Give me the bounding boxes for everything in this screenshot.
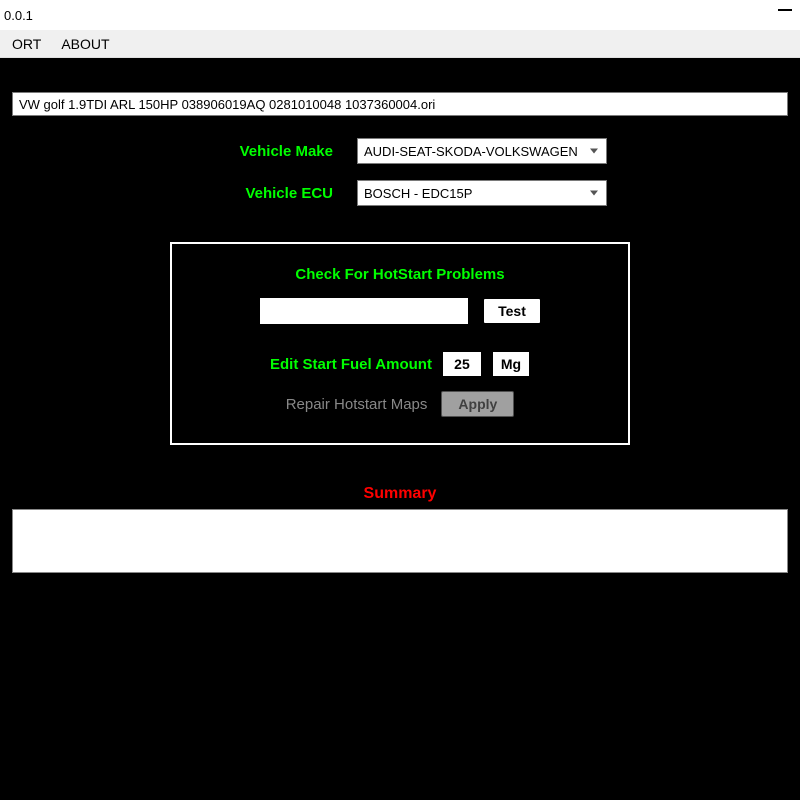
minimize-icon[interactable] (778, 9, 792, 11)
vehicle-make-value: AUDI-SEAT-SKODA-VOLKSWAGEN (364, 144, 578, 159)
vehicle-make-select[interactable]: AUDI-SEAT-SKODA-VOLKSWAGEN (357, 138, 607, 164)
app-version: 0.0.1 (4, 8, 33, 23)
summary-title: Summary (0, 485, 800, 503)
panel-title: Check For HotStart Problems (200, 266, 600, 283)
vehicle-make-row: Vehicle Make AUDI-SEAT-SKODA-VOLKSWAGEN (0, 138, 800, 164)
menu-item-about[interactable]: ABOUT (51, 32, 119, 56)
fuel-label: Edit Start Fuel Amount (270, 356, 432, 373)
vehicle-ecu-row: Vehicle ECU BOSCH - EDC15P (0, 180, 800, 206)
test-result-input[interactable] (259, 297, 469, 325)
vehicle-ecu-value: BOSCH - EDC15P (364, 186, 472, 201)
file-row (12, 92, 788, 116)
summary-textarea[interactable] (12, 509, 788, 573)
test-row: Test (200, 297, 600, 325)
repair-row: Repair Hotstart Maps Apply (200, 391, 600, 417)
menubar: ORT ABOUT (0, 30, 800, 58)
menu-item-ort[interactable]: ORT (2, 32, 51, 56)
fuel-unit-label: Mg (492, 351, 530, 377)
fuel-row: Edit Start Fuel Amount 25 Mg (200, 351, 600, 377)
client-area: Vehicle Make AUDI-SEAT-SKODA-VOLKSWAGEN … (0, 58, 800, 800)
chevron-down-icon (590, 149, 598, 154)
chevron-down-icon (590, 191, 598, 196)
fuel-amount-input[interactable]: 25 (442, 351, 482, 377)
file-path-input[interactable] (12, 92, 788, 116)
vehicle-ecu-label: Vehicle ECU (193, 185, 333, 202)
apply-button[interactable]: Apply (441, 391, 514, 417)
vehicle-make-label: Vehicle Make (193, 143, 333, 160)
vehicle-ecu-select[interactable]: BOSCH - EDC15P (357, 180, 607, 206)
window-titlebar: 0.0.1 (0, 0, 800, 30)
test-button[interactable]: Test (483, 298, 541, 324)
hotstart-panel: Check For HotStart Problems Test Edit St… (170, 242, 630, 445)
repair-label: Repair Hotstart Maps (286, 396, 428, 413)
